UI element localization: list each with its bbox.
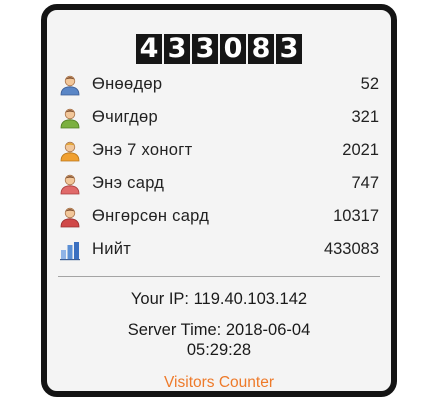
counter-digits: 4 3 3 0 8 3 [47,34,391,64]
visitor-ip: Your IP: 119.40.103.142 [130,290,308,308]
stat-row-this-week: Энэ 7 хоногт 2021 [59,134,379,167]
user-icon [60,207,80,227]
stat-row-last-month: Өнгөрсөн сард 10317 [59,200,379,233]
stat-row-today: Өнөөдөр 52 [59,68,379,101]
counter-digit: 8 [248,34,274,64]
user-icon [60,75,80,95]
stat-label: Нийт [92,240,132,258]
stat-value: 2021 [342,141,379,159]
divider [58,276,380,277]
user-icon [60,108,80,128]
counter-digit: 3 [192,34,218,64]
counter-digit: 4 [136,34,162,64]
bar-chart-icon [60,241,80,260]
counter-digit: 3 [276,34,302,64]
visitors-counter-link[interactable]: Visitors Counter [47,374,391,392]
stat-value: 321 [351,108,379,126]
stat-row-yesterday: Өчигдөр 321 [59,101,379,134]
stat-value: 52 [360,75,379,93]
counter-digit: 0 [220,34,246,64]
visitor-counter-widget: 4 3 3 0 8 3 Өнөөдөр 52 Өчигдөр 321 Энэ 7… [41,4,397,397]
server-time-date: Server Time: 2018-06-04 [127,321,311,339]
stat-row-total: Нийт 433083 [59,233,379,266]
server-time-clock: 05:29:28 [186,341,252,359]
stats-table: Өнөөдөр 52 Өчигдөр 321 Энэ 7 хоногт 2021 [59,68,379,266]
stat-label: Өнгөрсөн сард [92,207,210,225]
stat-value: 747 [351,174,379,192]
stat-label: Өнөөдөр [92,75,163,93]
stat-label: Энэ 7 хоногт [92,141,193,159]
stat-value: 10317 [333,207,379,225]
user-icon [60,174,80,194]
stat-value: 433083 [323,240,379,258]
stat-label: Өчигдөр [92,108,159,126]
user-icon [60,141,80,161]
counter-digit: 3 [164,34,190,64]
server-time: Server Time: 2018-06-04 05:29:28 [47,320,391,360]
stat-label: Энэ сард [92,174,165,192]
stat-row-this-month: Энэ сард 747 [59,167,379,200]
